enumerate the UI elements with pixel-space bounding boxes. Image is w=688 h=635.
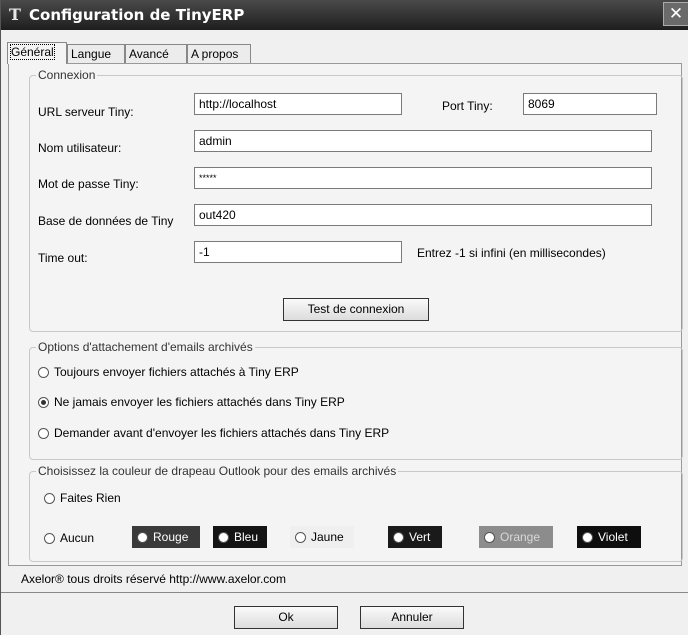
connexion-legend: Connexion	[38, 68, 96, 82]
radio-always-send-label: Toujours envoyer fichiers attachés à Tin…	[54, 365, 299, 379]
flag-blue-label: Bleu	[234, 530, 259, 544]
db-input[interactable]	[194, 204, 652, 226]
radio-flag-none-circle	[44, 532, 55, 544]
ok-button[interactable]: Ok	[234, 606, 338, 629]
radio-ask-before[interactable]: Demander avant d'envoyer les fichiers at…	[38, 426, 389, 440]
url-input[interactable]	[194, 93, 402, 115]
flag-red-radio	[137, 531, 148, 543]
flag-orange-label: Orange	[500, 530, 541, 544]
radio-do-nothing-label: Faites Rien	[60, 491, 121, 505]
flag-green-label: Vert	[409, 530, 431, 544]
radio-flag-none-label: Aucun	[60, 531, 95, 545]
tab-general-label: Général	[10, 44, 55, 60]
radio-ask-before-circle	[38, 427, 49, 439]
timeout-input[interactable]	[194, 241, 402, 263]
port-label: Port Tiny:	[442, 99, 493, 113]
url-label: URL serveur Tiny:	[38, 105, 134, 119]
radio-never-send[interactable]: Ne jamais envoyer les fichiers attachés …	[38, 395, 345, 409]
close-icon[interactable]: ✕	[663, 2, 688, 26]
test-connection-button[interactable]: Test de connexion	[283, 298, 429, 321]
password-input[interactable]	[194, 167, 652, 189]
flag-orange-radio	[484, 531, 495, 543]
radio-never-send-circle	[38, 396, 49, 408]
tab-langue-label: Langue	[71, 47, 112, 61]
password-label: Mot de passe Tiny:	[38, 177, 139, 191]
flag-blue-radio	[218, 531, 229, 543]
general-panel: Connexion URL serveur Tiny: Port Tiny: N…	[8, 63, 683, 566]
radio-always-send-circle	[38, 366, 49, 378]
flag-green-radio	[393, 531, 404, 543]
window-title: Configuration de TinyERP	[29, 6, 245, 24]
flag-color-legend: Choisissez la couleur de drapeau Outlook…	[38, 464, 397, 478]
radio-never-send-label: Ne jamais envoyer les fichiers attachés …	[54, 395, 345, 409]
flag-yellow-label: Jaune	[311, 530, 344, 544]
flag-color-green[interactable]: Vert	[388, 526, 442, 548]
cancel-button[interactable]: Annuler	[360, 606, 464, 629]
tab-a-propos[interactable]: A propos	[187, 44, 251, 63]
flag-violet-radio	[582, 531, 593, 543]
flag-violet-label: Violet	[598, 530, 628, 544]
radio-always-send[interactable]: Toujours envoyer fichiers attachés à Tin…	[38, 365, 299, 379]
timeout-hint: Entrez -1 si infini (en millisecondes)	[417, 246, 606, 260]
flag-color-blue[interactable]: Bleu	[213, 526, 267, 548]
app-icon: T	[9, 5, 21, 24]
tab-avance[interactable]: Avancé	[125, 44, 187, 63]
timeout-label: Time out:	[38, 251, 88, 265]
radio-flag-none[interactable]: Aucun	[44, 531, 94, 545]
db-label: Base de données de Tiny	[38, 214, 174, 228]
flag-yellow-radio	[295, 531, 306, 543]
attachment-options-legend: Options d'attachement d'emails archivés	[38, 340, 253, 354]
radio-do-nothing-circle	[44, 492, 55, 504]
user-label: Nom utilisateur:	[38, 141, 122, 155]
radio-do-nothing[interactable]: Faites Rien	[44, 491, 121, 505]
tab-avance-label: Avancé	[129, 47, 169, 61]
flag-red-label: Rouge	[153, 530, 189, 544]
flag-color-orange[interactable]: Orange	[479, 526, 553, 548]
tab-general[interactable]: Général	[7, 42, 67, 64]
user-input[interactable]	[194, 130, 652, 152]
tab-langue[interactable]: Langue	[67, 44, 125, 63]
tab-a-propos-label: A propos	[191, 47, 239, 61]
flag-color-red[interactable]: Rouge	[132, 526, 200, 548]
copyright-text: Axelor® tous droits réservé http://www.a…	[21, 572, 286, 586]
radio-ask-before-label: Demander avant d'envoyer les fichiers at…	[54, 426, 390, 440]
config-window: T Configuration de TinyERP ✕ Général Lan…	[0, 0, 688, 635]
flag-color-yellow[interactable]: Jaune	[290, 526, 354, 548]
port-input[interactable]	[523, 93, 657, 115]
title-bar: T Configuration de TinyERP ✕	[1, 0, 688, 30]
flag-color-violet[interactable]: Violet	[577, 526, 641, 548]
footer-divider	[1, 592, 688, 593]
